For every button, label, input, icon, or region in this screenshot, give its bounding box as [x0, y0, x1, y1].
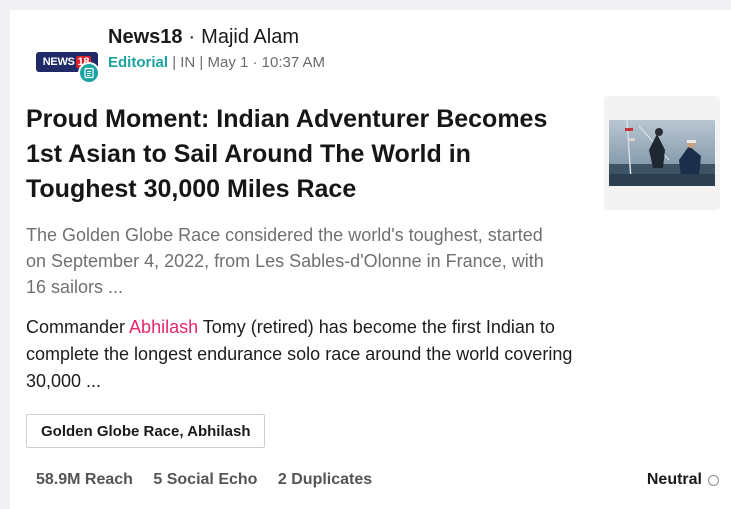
sentiment-indicator[interactable]: Neutral [647, 471, 719, 489]
article-thumbnail[interactable] [604, 96, 720, 210]
keyword-highlight: Abhilash [129, 317, 199, 337]
content-type-label: Editorial [108, 54, 169, 71]
article-headline[interactable]: Proud Moment: Indian Adventurer Becomes … [26, 102, 586, 207]
publisher-logo: NEWS 18 [36, 40, 106, 88]
source-line: News18 · Majid Alam [108, 26, 299, 49]
source-name[interactable]: News18 [108, 26, 183, 48]
tag-chip[interactable]: Golden Globe Race, Abhilash [26, 414, 266, 448]
stats-footer: 58.9M Reach 5 Social Echo 2 Duplicates [36, 471, 388, 489]
sailing-photo-icon [609, 120, 715, 186]
article-card[interactable]: NEWS 18 News18 · Majid Alam Editorial | IN … [10, 10, 731, 509]
meta-line: Editorial | IN | May 1 · 10:37 AM [108, 54, 325, 71]
logo-text: NEWS [42, 56, 75, 68]
reach-stat[interactable]: 58.9M Reach [36, 471, 133, 488]
article-summary: The Golden Globe Race considered the wor… [26, 225, 544, 297]
dot-separator: · [188, 26, 196, 48]
sentiment-label: Neutral [646, 471, 702, 488]
document-icon [78, 62, 100, 84]
snippet-prefix: Commander [26, 317, 130, 337]
meta-info: | IN | May 1 · 10:37 AM [172, 54, 326, 71]
circle-outline-icon [708, 474, 719, 486]
article-snippet: Commander Abhilash Tomy (retired) has be… [26, 314, 606, 395]
social-echo-stat[interactable]: 5 Social Echo [153, 471, 257, 488]
author-name[interactable]: Majid Alam [201, 26, 299, 48]
duplicates-stat[interactable]: 2 Duplicates [278, 471, 372, 488]
